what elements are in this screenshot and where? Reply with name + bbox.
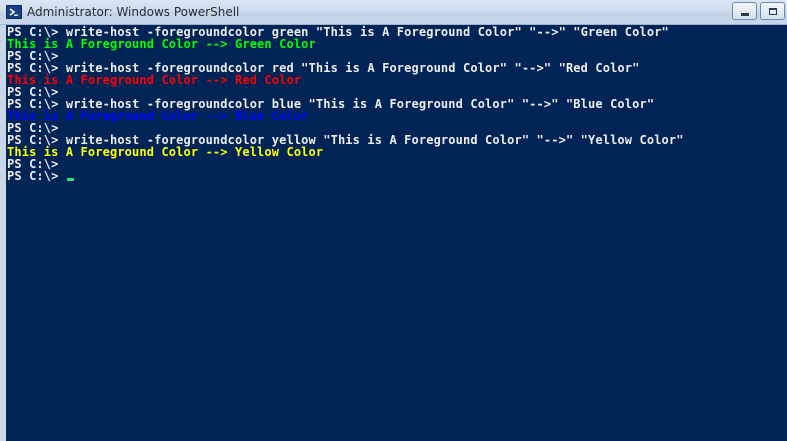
minimize-button[interactable] (732, 2, 757, 20)
powershell-window: Administrator: Windows PowerShell PS C:\… (0, 0, 787, 441)
console-line: This is A Foreground Color --> Yellow Co… (7, 146, 684, 158)
title-bar[interactable]: Administrator: Windows PowerShell (0, 0, 787, 25)
maximize-button[interactable] (760, 2, 785, 20)
console-line: This is A Foreground Color --> Red Color (7, 74, 684, 86)
console-line: This is A Foreground Color --> Green Col… (7, 38, 684, 50)
text-cursor (66, 178, 74, 181)
window-title: Administrator: Windows PowerShell (27, 5, 240, 19)
console-line: This is A Foreground Color --> Blue Colo… (7, 110, 684, 122)
console-line-text: PS C:\> (7, 169, 59, 183)
console-lines: PS C:\> write-host -foregroundcolor gree… (7, 26, 684, 182)
powershell-icon[interactable] (6, 5, 22, 19)
maximize-icon (769, 8, 777, 15)
minimize-icon (741, 13, 749, 16)
console-output[interactable]: PS C:\> write-host -foregroundcolor gree… (0, 25, 787, 441)
console-line: PS C:\> (7, 158, 684, 170)
console-line: PS C:\> (7, 170, 684, 182)
